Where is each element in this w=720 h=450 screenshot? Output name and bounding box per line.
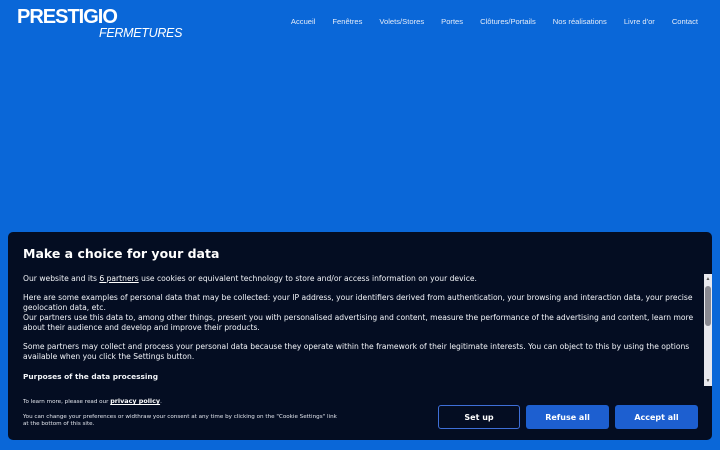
accept-all-button[interactable]: Accept all bbox=[615, 405, 698, 429]
logo-bottom-text: FERMETURES bbox=[99, 26, 183, 40]
scroll-down-arrow-icon[interactable]: ▼ bbox=[704, 377, 712, 385]
nav-contact[interactable]: Contact bbox=[672, 17, 698, 26]
consent-paragraph-legitimate: Some partners may collect and process yo… bbox=[23, 342, 690, 362]
scroll-thumb[interactable] bbox=[705, 286, 711, 326]
consent-paragraph-partners: Our website and its 6 partners use cooki… bbox=[23, 274, 695, 284]
text-span: . bbox=[160, 399, 162, 405]
text-span: To learn more, please read our bbox=[23, 399, 111, 405]
text-span: use cookies or equivalent technology to … bbox=[138, 274, 477, 283]
nav-livre-dor[interactable]: Livre d'or bbox=[624, 17, 655, 26]
text-span: Our website and its bbox=[23, 274, 100, 283]
preferences-note: You can change your preferences or width… bbox=[23, 413, 337, 428]
consent-title: Make a choice for your data bbox=[23, 246, 220, 261]
logo-top-text: PRESTIGIO bbox=[17, 6, 118, 28]
privacy-note: To learn more, please read our privacy p… bbox=[23, 397, 343, 407]
consent-paragraph-examples: Here are some examples of personal data … bbox=[23, 293, 693, 313]
privacy-policy-link[interactable]: privacy policy bbox=[110, 397, 160, 405]
consent-body: Our website and its 6 partners use cooki… bbox=[23, 274, 695, 381]
main-nav: Accueil Fenêtres Volets/Stores Portes Cl… bbox=[291, 17, 698, 26]
nav-nos-realisations[interactable]: Nos réalisations bbox=[553, 17, 607, 26]
consent-dialog: Make a choice for your data Our website … bbox=[8, 232, 712, 440]
nav-volets-stores[interactable]: Volets/Stores bbox=[379, 17, 424, 26]
set-up-button[interactable]: Set up bbox=[438, 405, 520, 429]
nav-portes[interactable]: Portes bbox=[441, 17, 463, 26]
partners-link[interactable]: 6 partners bbox=[99, 274, 138, 283]
scroll-up-arrow-icon[interactable]: ▲ bbox=[704, 275, 712, 283]
nav-accueil[interactable]: Accueil bbox=[291, 17, 315, 26]
nav-fenetres[interactable]: Fenêtres bbox=[332, 17, 362, 26]
consent-scrollbar[interactable]: ▲ ▼ bbox=[704, 274, 712, 386]
consent-footer-note: To learn more, please read our privacy p… bbox=[23, 397, 343, 429]
nav-clotures-portails[interactable]: Clôtures/Portails bbox=[480, 17, 536, 26]
purposes-heading: Purposes of the data processing bbox=[23, 371, 158, 381]
consent-paragraph-usage: Our partners use this data to, among oth… bbox=[23, 313, 694, 333]
site-header: PRESTIGIO FERMETURES Accueil Fenêtres Vo… bbox=[0, 0, 720, 48]
site-logo[interactable]: PRESTIGIO FERMETURES bbox=[17, 7, 182, 41]
refuse-all-button[interactable]: Refuse all bbox=[526, 405, 609, 429]
